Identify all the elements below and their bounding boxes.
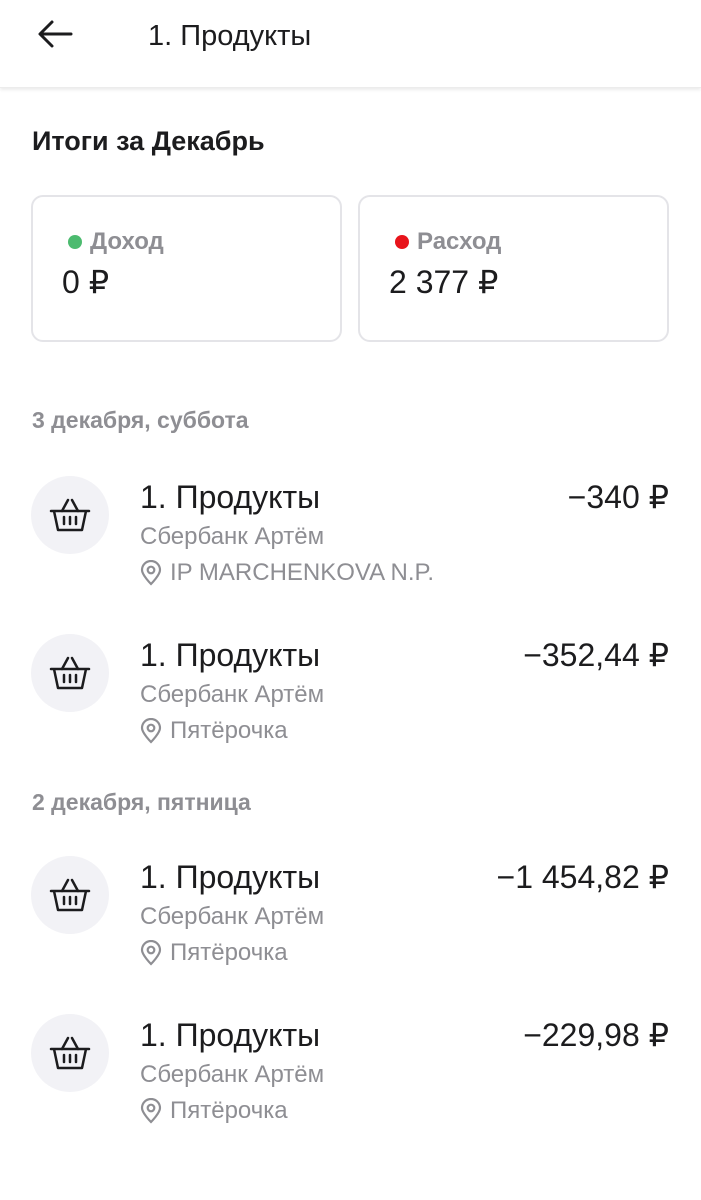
transaction-place-label: Пятёрочка: [170, 939, 288, 966]
basket-icon: [31, 1014, 109, 1092]
arrow-left-icon: [38, 20, 73, 48]
back-button[interactable]: [30, 12, 80, 56]
transaction-amount: −1 454,82 ₽: [496, 859, 670, 895]
transaction-category: 1. Продукты: [140, 479, 321, 515]
transaction-account: Сбербанк Артём: [140, 903, 325, 930]
transaction-place: Пятёрочка: [140, 1096, 288, 1126]
expense-label-row: Расход: [395, 227, 501, 257]
transaction-row[interactable]: 1. Продукты Сбербанк Артём Пятёрочка −22…: [0, 1014, 701, 1144]
transaction-row[interactable]: 1. Продукты Сбербанк Артём Пятёрочка −35…: [0, 634, 701, 764]
transaction-amount: −340 ₽: [567, 479, 669, 515]
income-value: 0 ₽: [62, 264, 110, 300]
transaction-account: Сбербанк Артём: [140, 1061, 325, 1088]
summary-title: Итоги за Декабрь: [32, 126, 265, 156]
location-pin-icon: [140, 718, 162, 744]
transaction-place-label: Пятёрочка: [170, 717, 288, 744]
date-header: 2 декабря, пятница: [32, 789, 251, 815]
transaction-amount: −229,98 ₽: [523, 1017, 669, 1053]
transaction-place-label: IP MARCHENKOVA N.P.: [170, 559, 435, 586]
transaction-row[interactable]: 1. Продукты Сбербанк Артём Пятёрочка −1 …: [0, 856, 701, 986]
transaction-place: Пятёрочка: [140, 716, 288, 746]
basket-icon: [31, 634, 109, 712]
date-header: 3 декабря, суббота: [32, 407, 249, 433]
expense-card[interactable]: Расход 2 377 ₽: [358, 195, 669, 342]
transaction-category: 1. Продукты: [140, 859, 321, 895]
transaction-category: 1. Продукты: [140, 637, 321, 673]
app-bar: 1. Продукты: [0, 0, 701, 88]
location-pin-icon: [140, 940, 162, 966]
expense-label: Расход: [417, 228, 502, 255]
transaction-account: Сбербанк Артём: [140, 523, 325, 550]
basket-icon: [31, 476, 109, 554]
location-pin-icon: [140, 560, 162, 586]
transaction-place: Пятёрочка: [140, 938, 288, 968]
income-dot: [68, 235, 82, 249]
transaction-place: IP MARCHENKOVA N.P.: [140, 558, 434, 588]
transaction-category: 1. Продукты: [140, 1017, 321, 1053]
basket-icon: [31, 856, 109, 934]
location-pin-icon: [140, 1098, 162, 1124]
transaction-account: Сбербанк Артём: [140, 681, 325, 708]
transaction-amount: −352,44 ₽: [523, 637, 669, 673]
page-title: 1. Продукты: [148, 20, 312, 52]
income-label: Доход: [90, 228, 164, 255]
income-label-row: Доход: [68, 227, 164, 257]
transaction-place-label: Пятёрочка: [170, 1097, 288, 1124]
income-card[interactable]: Доход 0 ₽: [31, 195, 342, 342]
transaction-row[interactable]: 1. Продукты Сбербанк Артём IP MARCHENKOV…: [0, 476, 701, 606]
expense-value: 2 377 ₽: [389, 264, 499, 300]
expense-dot: [395, 235, 409, 249]
